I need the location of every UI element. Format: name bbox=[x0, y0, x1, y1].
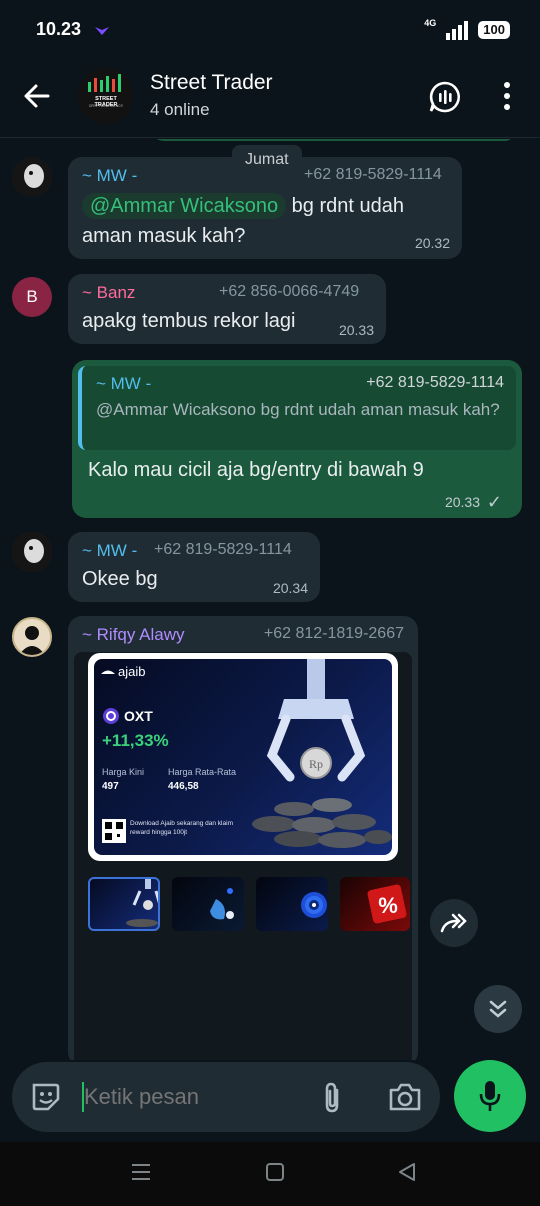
avatar-mw[interactable] bbox=[12, 532, 52, 572]
thumbnail-image bbox=[126, 879, 158, 927]
sender-phone: +62 812-1819-2667 bbox=[263, 625, 404, 642]
quoted-message[interactable]: ~ MW - +62 819-5829-1114 @Ammar Wicakson… bbox=[78, 366, 516, 450]
sender-name[interactable]: ~ MW - bbox=[82, 166, 137, 186]
network-type: 4G bbox=[424, 18, 437, 28]
album-thumbnail[interactable] bbox=[88, 877, 160, 931]
cropped-message-bubble bbox=[150, 139, 518, 141]
avatar-image bbox=[19, 626, 45, 655]
outgoing-message-bubble[interactable]: ~ MW - +62 819-5829-1114 @Ammar Wicakson… bbox=[72, 360, 522, 518]
quoted-sender: ~ MW - bbox=[96, 374, 152, 393]
microphone-icon bbox=[479, 1081, 501, 1111]
message-text: Okee bg bbox=[82, 568, 158, 590]
message-time: 20.33 bbox=[338, 322, 374, 338]
mention-link[interactable]: @Ammar Wicaksono bbox=[82, 193, 287, 219]
avatar-image bbox=[12, 157, 52, 197]
genie-lamp-icon bbox=[101, 670, 115, 674]
voice-record-button[interactable] bbox=[454, 1060, 526, 1132]
back-nav-icon[interactable] bbox=[396, 1161, 418, 1183]
claw-machine-illustration: Rp bbox=[252, 659, 392, 848]
sender-phone: +62 819-5829-1114 bbox=[304, 166, 442, 183]
message-text: Kalo mau cicil aja bg/entry di bawah 9 bbox=[88, 459, 424, 481]
double-chevron-down-icon bbox=[489, 1000, 507, 1018]
back-arrow-icon[interactable] bbox=[20, 80, 52, 112]
message-text-line2: aman masuk kah? bbox=[82, 225, 246, 247]
battery-indicator: 100 bbox=[478, 21, 510, 39]
message-text: @Ammar Wicaksono bg rdnt udah bbox=[82, 192, 404, 220]
group-avatar[interactable]: STREET TRADER CRYPTOCURRENCY bbox=[78, 68, 134, 124]
avatar-banz[interactable]: B bbox=[12, 277, 52, 317]
qr-code-icon bbox=[102, 819, 126, 843]
price-value: 497 bbox=[102, 781, 119, 792]
avatar-rifqy[interactable] bbox=[12, 617, 52, 657]
message-input[interactable] bbox=[84, 1080, 304, 1114]
recent-apps-icon[interactable] bbox=[130, 1162, 152, 1182]
forward-icon bbox=[440, 913, 467, 933]
thumbnail-image bbox=[210, 888, 234, 920]
status-bar: 10.23 4G 100 bbox=[0, 0, 540, 58]
attachment-icon[interactable] bbox=[320, 1081, 346, 1115]
message-list[interactable]: ~ MW - +62 819-5829-1114 @Ammar Wicakson… bbox=[0, 139, 540, 1060]
coin-label: Rp bbox=[309, 757, 323, 771]
album-thumbnail[interactable]: % bbox=[340, 877, 410, 931]
message-text: apakg tembus rekor lagi bbox=[82, 310, 296, 332]
thumbnail-image: % bbox=[367, 884, 407, 924]
thumbnail-image bbox=[301, 892, 327, 918]
price-change: +11,33% bbox=[102, 731, 169, 750]
group-avatar-subtext: CRYPTOCURRENCY bbox=[88, 104, 124, 108]
message-bubble[interactable]: ~ Banz +62 856-0066-4749 apakg tembus re… bbox=[68, 274, 386, 344]
sender-phone: +62 856-0066-4749 bbox=[219, 283, 360, 300]
message-composer bbox=[12, 1062, 440, 1132]
group-name[interactable]: Street Trader bbox=[150, 71, 273, 95]
clock: 10.23 bbox=[36, 19, 82, 39]
sender-name[interactable]: ~ MW - bbox=[82, 541, 137, 561]
sent-check-icon: ✓ bbox=[486, 492, 502, 512]
sender-name[interactable]: ~ Rifqy Alawy bbox=[82, 625, 185, 645]
quoted-text: @Ammar Wicaksono bg rdnt udah aman masuk… bbox=[96, 400, 500, 419]
signal-icon bbox=[446, 21, 469, 40]
avg-price-value: 446,58 bbox=[168, 781, 199, 792]
chat-header: STREET TRADER CRYPTOCURRENCY Street Trad… bbox=[0, 58, 540, 138]
forward-button[interactable] bbox=[430, 899, 478, 947]
message-time: 20.34 bbox=[272, 580, 308, 596]
coin-icon bbox=[103, 708, 119, 724]
notification-icon bbox=[95, 27, 109, 35]
system-navigation-bar bbox=[0, 1142, 540, 1206]
message-bubble[interactable]: ~ MW - +62 819-5829-1114 Okee bg 20.34 bbox=[68, 532, 320, 602]
home-icon[interactable] bbox=[264, 1161, 286, 1183]
sender-phone: +62 819-5829-1114 bbox=[154, 541, 292, 558]
album-thumbnail[interactable] bbox=[256, 877, 328, 931]
promo-image[interactable]: ajaib OXT +11,33% Harga Kini 497 Harga R… bbox=[88, 653, 398, 861]
message-time: 20.32 bbox=[414, 235, 450, 251]
date-chip: Jumat bbox=[232, 145, 302, 175]
voice-chat-icon[interactable] bbox=[428, 80, 462, 114]
scroll-to-bottom-button[interactable] bbox=[474, 985, 522, 1033]
avatar-mw[interactable] bbox=[12, 157, 52, 197]
promo-image-content: ajaib OXT +11,33% Harga Kini 497 Harga R… bbox=[94, 659, 392, 855]
avatar-image bbox=[12, 532, 52, 572]
camera-icon[interactable] bbox=[388, 1082, 422, 1112]
message-time: 20.33 bbox=[444, 494, 480, 510]
price-label: Harga Kini bbox=[102, 767, 145, 777]
status-icons: 4G 100 bbox=[424, 18, 510, 40]
online-status: 4 online bbox=[150, 100, 210, 119]
more-options-icon[interactable] bbox=[498, 80, 516, 112]
album-thumbnail[interactable] bbox=[172, 877, 244, 931]
quoted-phone: +62 819-5829-1114 bbox=[366, 374, 504, 391]
brand-logo: ajaib bbox=[118, 664, 146, 679]
percent-glyph: % bbox=[378, 893, 398, 918]
sender-name[interactable]: ~ Banz bbox=[82, 283, 135, 303]
sticker-icon[interactable] bbox=[30, 1081, 62, 1113]
coin-symbol: OXT bbox=[124, 708, 153, 724]
